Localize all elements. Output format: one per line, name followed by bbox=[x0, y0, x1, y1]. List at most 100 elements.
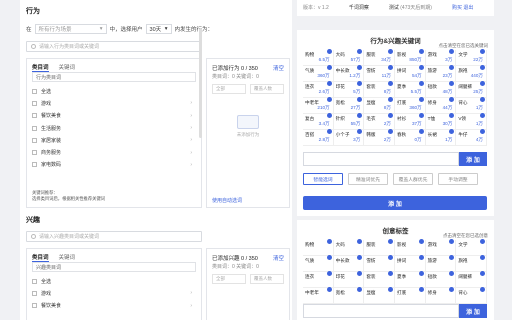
list-item[interactable]: 家电数码 › bbox=[32, 159, 196, 171]
behavior-search-input[interactable]: 请输入行为类目词或关键词 bbox=[26, 41, 202, 52]
tag-cell[interactable]: 大码 bbox=[333, 239, 365, 256]
add-badge-icon[interactable] bbox=[357, 97, 363, 102]
filter-all-select[interactable]: 全部 bbox=[212, 84, 246, 94]
scrollbar[interactable] bbox=[199, 28, 202, 138]
tag-cell[interactable]: 修身 bbox=[425, 287, 457, 304]
checkbox[interactable] bbox=[32, 278, 37, 284]
tag-cell[interactable]: 打底 bbox=[394, 287, 426, 304]
tag-add-input[interactable] bbox=[303, 304, 459, 318]
keyword-cell[interactable]: V领 1万 bbox=[456, 113, 487, 130]
add-badge-icon[interactable] bbox=[449, 81, 455, 86]
list-item[interactable]: 家居家装 › bbox=[32, 134, 196, 146]
add-badge-icon[interactable] bbox=[326, 271, 332, 276]
add-badge-icon[interactable] bbox=[387, 81, 393, 86]
keyword-cell[interactable]: T恤 30万 bbox=[425, 113, 457, 130]
add-badge-icon[interactable] bbox=[387, 65, 393, 70]
tab-category[interactable]: 类目词 bbox=[32, 253, 49, 262]
add-badge-icon[interactable] bbox=[479, 81, 485, 86]
checkbox[interactable] bbox=[32, 137, 37, 143]
option-smart-select[interactable]: 智能选词 bbox=[303, 173, 343, 185]
add-badge-icon[interactable] bbox=[479, 97, 485, 102]
add-badge-icon[interactable] bbox=[479, 129, 485, 134]
add-badge-icon[interactable] bbox=[326, 65, 332, 70]
add-badge-icon[interactable] bbox=[357, 271, 363, 276]
tag-add-button[interactable]: 添 加 bbox=[459, 304, 487, 318]
add-badge-icon[interactable] bbox=[326, 129, 332, 134]
add-badge-icon[interactable] bbox=[418, 49, 424, 54]
tag-cell[interactable]: 印花 bbox=[333, 271, 365, 288]
add-badge-icon[interactable] bbox=[479, 239, 485, 244]
add-badge-icon[interactable] bbox=[449, 49, 455, 54]
keyword-cell[interactable]: 显瘦 8万 bbox=[364, 97, 395, 114]
add-badge-icon[interactable] bbox=[418, 255, 424, 260]
keyword-cell[interactable]: 复古 3.4万 bbox=[303, 113, 334, 130]
interest-clear-button[interactable]: 清空 bbox=[273, 254, 284, 262]
add-badge-icon[interactable] bbox=[326, 255, 332, 260]
list-item[interactable]: 餐饮美食 › bbox=[32, 300, 196, 312]
add-badge-icon[interactable] bbox=[357, 255, 363, 260]
keyword-cell[interactable]: 打底 360万 bbox=[394, 97, 426, 114]
add-badge-icon[interactable] bbox=[326, 81, 332, 86]
tag-cell[interactable]: 套装 bbox=[364, 271, 395, 288]
keyword-cell[interactable]: 宽松 27万 bbox=[333, 97, 365, 114]
keyword-cell[interactable]: 夏季 5.5万 bbox=[394, 81, 426, 98]
filter-people-select[interactable]: 覆盖人数 bbox=[250, 274, 284, 284]
tag-cell[interactable]: 气质 bbox=[303, 255, 334, 272]
checkbox[interactable] bbox=[32, 303, 37, 309]
add-badge-icon[interactable] bbox=[449, 97, 455, 102]
tag-cell[interactable]: 影视 bbox=[394, 239, 426, 256]
add-badge-icon[interactable] bbox=[418, 113, 424, 118]
tab-keyword[interactable]: 关键词 bbox=[59, 63, 76, 72]
keyword-cell[interactable]: 影视 850万 bbox=[394, 49, 426, 66]
scene-select[interactable]: 所有行为场景 ▾ bbox=[34, 24, 107, 34]
keyword-cell[interactable]: 韩版 2万 bbox=[364, 129, 395, 146]
add-badge-icon[interactable] bbox=[479, 287, 485, 292]
add-badge-icon[interactable] bbox=[357, 239, 363, 244]
tag-cell[interactable]: 旅游 bbox=[425, 255, 457, 272]
tag-cell[interactable]: 游戏 bbox=[425, 239, 457, 256]
keyword-cell[interactable]: 毛衣 2万 bbox=[364, 113, 395, 130]
keyword-cell[interactable]: 春秋 0万 bbox=[394, 129, 426, 146]
add-badge-icon[interactable] bbox=[387, 49, 393, 54]
keyword-cell[interactable]: 服装 34万 bbox=[364, 49, 395, 66]
keyword-cell[interactable]: 连衣 2.6万 bbox=[303, 81, 334, 98]
add-badge-icon[interactable] bbox=[418, 271, 424, 276]
keyword-cell[interactable]: 气质 360万 bbox=[303, 65, 334, 82]
keyword-cell[interactable]: 衬衫 37万 bbox=[394, 113, 426, 130]
add-badge-icon[interactable] bbox=[387, 287, 393, 292]
tag-cell[interactable]: 购物 bbox=[303, 239, 334, 256]
tag-cell[interactable]: 阔腿裤 bbox=[456, 271, 487, 288]
keyword-cell[interactable]: 套装 8万 bbox=[364, 81, 395, 98]
add-badge-icon[interactable] bbox=[449, 129, 455, 134]
checkbox[interactable] bbox=[32, 162, 37, 168]
keyword-cell[interactable]: 长裙 1万 bbox=[425, 129, 457, 146]
tab-keyword[interactable]: 关键词 bbox=[59, 253, 76, 262]
keyword-cell[interactable]: 购物 6.5万 bbox=[303, 49, 334, 66]
add-badge-icon[interactable] bbox=[357, 129, 363, 134]
keyword-cell[interactable]: 阔腿裤 25万 bbox=[456, 81, 487, 98]
add-badge-icon[interactable] bbox=[357, 113, 363, 118]
checkbox[interactable] bbox=[32, 290, 37, 296]
checkbox[interactable] bbox=[32, 125, 37, 131]
add-badge-icon[interactable] bbox=[479, 255, 485, 260]
add-badge-icon[interactable] bbox=[418, 239, 424, 244]
add-badge-icon[interactable] bbox=[479, 271, 485, 276]
list-item[interactable]: 全选 bbox=[32, 85, 196, 97]
tag-cell[interactable]: 夏季 bbox=[394, 271, 426, 288]
add-badge-icon[interactable] bbox=[387, 271, 393, 276]
tag-cell[interactable]: 旗袍 bbox=[456, 255, 487, 272]
checkbox[interactable] bbox=[32, 150, 37, 156]
keyword-cell[interactable]: 文学 22万 bbox=[456, 49, 487, 66]
add-badge-icon[interactable] bbox=[418, 97, 424, 102]
days-select[interactable]: 30天 ▾ bbox=[145, 24, 172, 34]
add-badge-icon[interactable] bbox=[449, 287, 455, 292]
list-item[interactable]: 商务服务 › bbox=[32, 146, 196, 158]
keyword-cell[interactable]: 百搭 2.8万 bbox=[303, 129, 334, 146]
tag-cell[interactable]: 雪纺 bbox=[364, 255, 395, 272]
add-badge-icon[interactable] bbox=[479, 49, 485, 54]
keyword-cell[interactable]: 中长款 1.2万 bbox=[333, 65, 365, 82]
behavior-category-filter[interactable]: 行为类目词 bbox=[32, 72, 196, 82]
add-badge-icon[interactable] bbox=[387, 255, 393, 260]
add-badge-icon[interactable] bbox=[357, 49, 363, 54]
add-badge-icon[interactable] bbox=[418, 65, 424, 70]
